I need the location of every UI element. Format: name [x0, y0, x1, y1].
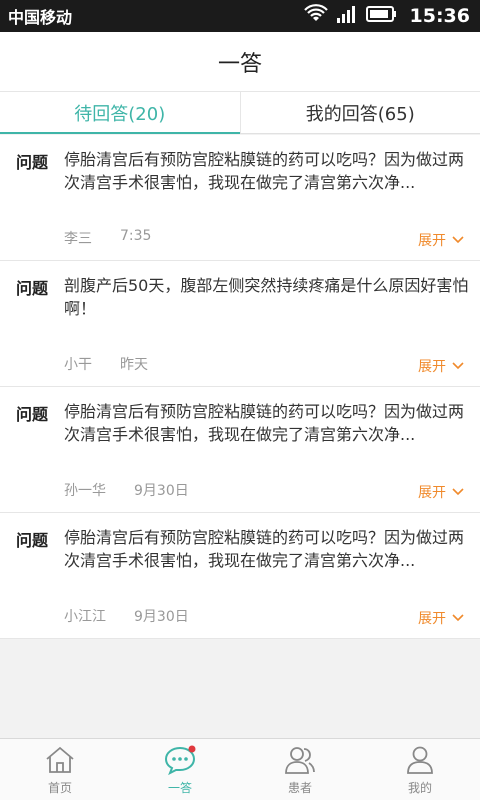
- expand-button[interactable]: 展开: [418, 356, 464, 376]
- tab-bar: 待回答(20) 我的回答(65): [0, 92, 480, 134]
- question-card[interactable]: 问题 停胎清宫后有预防宫腔粘膜链的药可以吃吗？因为做过两次清宫手术很害怕，我现在…: [0, 135, 480, 261]
- expand-label: 展开: [418, 359, 446, 375]
- wifi-icon: [303, 4, 328, 28]
- question-list: 问题 停胎清宫后有预防宫腔粘膜链的药可以吃吗？因为做过两次清宫手术很害怕，我现在…: [0, 135, 480, 639]
- nav-answer-label: 一答: [167, 780, 192, 795]
- app-bar: 一答: [0, 32, 480, 92]
- nav-home-label: 首页: [47, 780, 72, 795]
- expand-button[interactable]: 展开: [418, 608, 464, 628]
- expand-label: 展开: [418, 233, 446, 249]
- question-label: 问题: [16, 405, 49, 424]
- status-icons: 15:36: [303, 4, 470, 28]
- question-meta: 小干 昨天: [64, 354, 148, 374]
- question-label: 问题: [16, 531, 49, 550]
- chat-icon: [164, 745, 196, 775]
- question-text: 剖腹产后50天，腹部左侧突然持续疼痛是什么原因好害怕啊！: [64, 276, 469, 318]
- profile-icon: [407, 746, 433, 774]
- nav-profile-label: 我的: [407, 780, 432, 795]
- chevron-down-icon: [452, 614, 464, 622]
- question-meta: 孙一华 9月30日: [64, 480, 189, 500]
- chevron-down-icon: [452, 236, 464, 244]
- expand-button[interactable]: 展开: [418, 482, 464, 502]
- notification-badge: [188, 745, 196, 752]
- question-card[interactable]: 问题 剖腹产后50天，腹部左侧突然持续疼痛是什么原因好害怕啊！ 小干 昨天 展开: [0, 261, 480, 387]
- nav-patients[interactable]: 患者: [240, 739, 360, 800]
- clock: 15:36: [409, 5, 470, 27]
- battery-icon: [365, 5, 398, 27]
- signal-icon: [336, 4, 358, 28]
- question-text: 停胎清宫后有预防宫腔粘膜链的药可以吃吗？因为做过两次清宫手术很害怕，我现在做完了…: [64, 150, 465, 192]
- tab-my-answers[interactable]: 我的回答(65): [239, 92, 480, 133]
- expand-label: 展开: [418, 485, 446, 501]
- patients-icon: [285, 746, 315, 774]
- nav-home[interactable]: 首页: [0, 739, 120, 800]
- question-time: 9月30日: [134, 483, 189, 499]
- nav-profile[interactable]: 我的: [360, 739, 480, 800]
- question-label: 问题: [16, 153, 49, 172]
- question-time: 7:35: [120, 228, 152, 244]
- question-time: 昨天: [120, 357, 148, 373]
- question-text: 停胎清宫后有预防宫腔粘膜链的药可以吃吗？因为做过两次清宫手术很害怕，我现在做完了…: [64, 402, 465, 444]
- expand-button[interactable]: 展开: [418, 230, 464, 250]
- question-author: 李三: [64, 231, 92, 247]
- question-text: 停胎清宫后有预防宫腔粘膜链的药可以吃吗？因为做过两次清宫手术很害怕，我现在做完了…: [64, 528, 465, 570]
- question-card[interactable]: 问题 停胎清宫后有预防宫腔粘膜链的药可以吃吗？因为做过两次清宫手术很害怕，我现在…: [0, 513, 480, 639]
- expand-label: 展开: [418, 611, 446, 627]
- carrier-name: 中国移动: [8, 8, 73, 27]
- bottom-nav: 首页 一答 患者 我的: [0, 738, 480, 800]
- question-meta: 小江江 9月30日: [64, 606, 189, 626]
- nav-answer[interactable]: 一答: [120, 739, 240, 800]
- page-title: 一答: [217, 51, 262, 77]
- question-label: 问题: [16, 279, 49, 298]
- question-time: 9月30日: [134, 609, 189, 625]
- status-bar: 中国移动 15:36: [0, 0, 480, 32]
- question-author: 小江江: [64, 609, 106, 625]
- question-author: 孙一华: [64, 483, 106, 499]
- question-meta: 李三 7:35: [64, 228, 151, 248]
- home-icon: [46, 746, 74, 773]
- question-card[interactable]: 问题 停胎清宫后有预防宫腔粘膜链的药可以吃吗？因为做过两次清宫手术很害怕，我现在…: [0, 387, 480, 513]
- chevron-down-icon: [452, 488, 464, 496]
- nav-patients-label: 患者: [287, 780, 312, 795]
- question-author: 小干: [64, 357, 92, 373]
- chevron-down-icon: [452, 362, 464, 370]
- tab-pending[interactable]: 待回答(20): [0, 92, 240, 134]
